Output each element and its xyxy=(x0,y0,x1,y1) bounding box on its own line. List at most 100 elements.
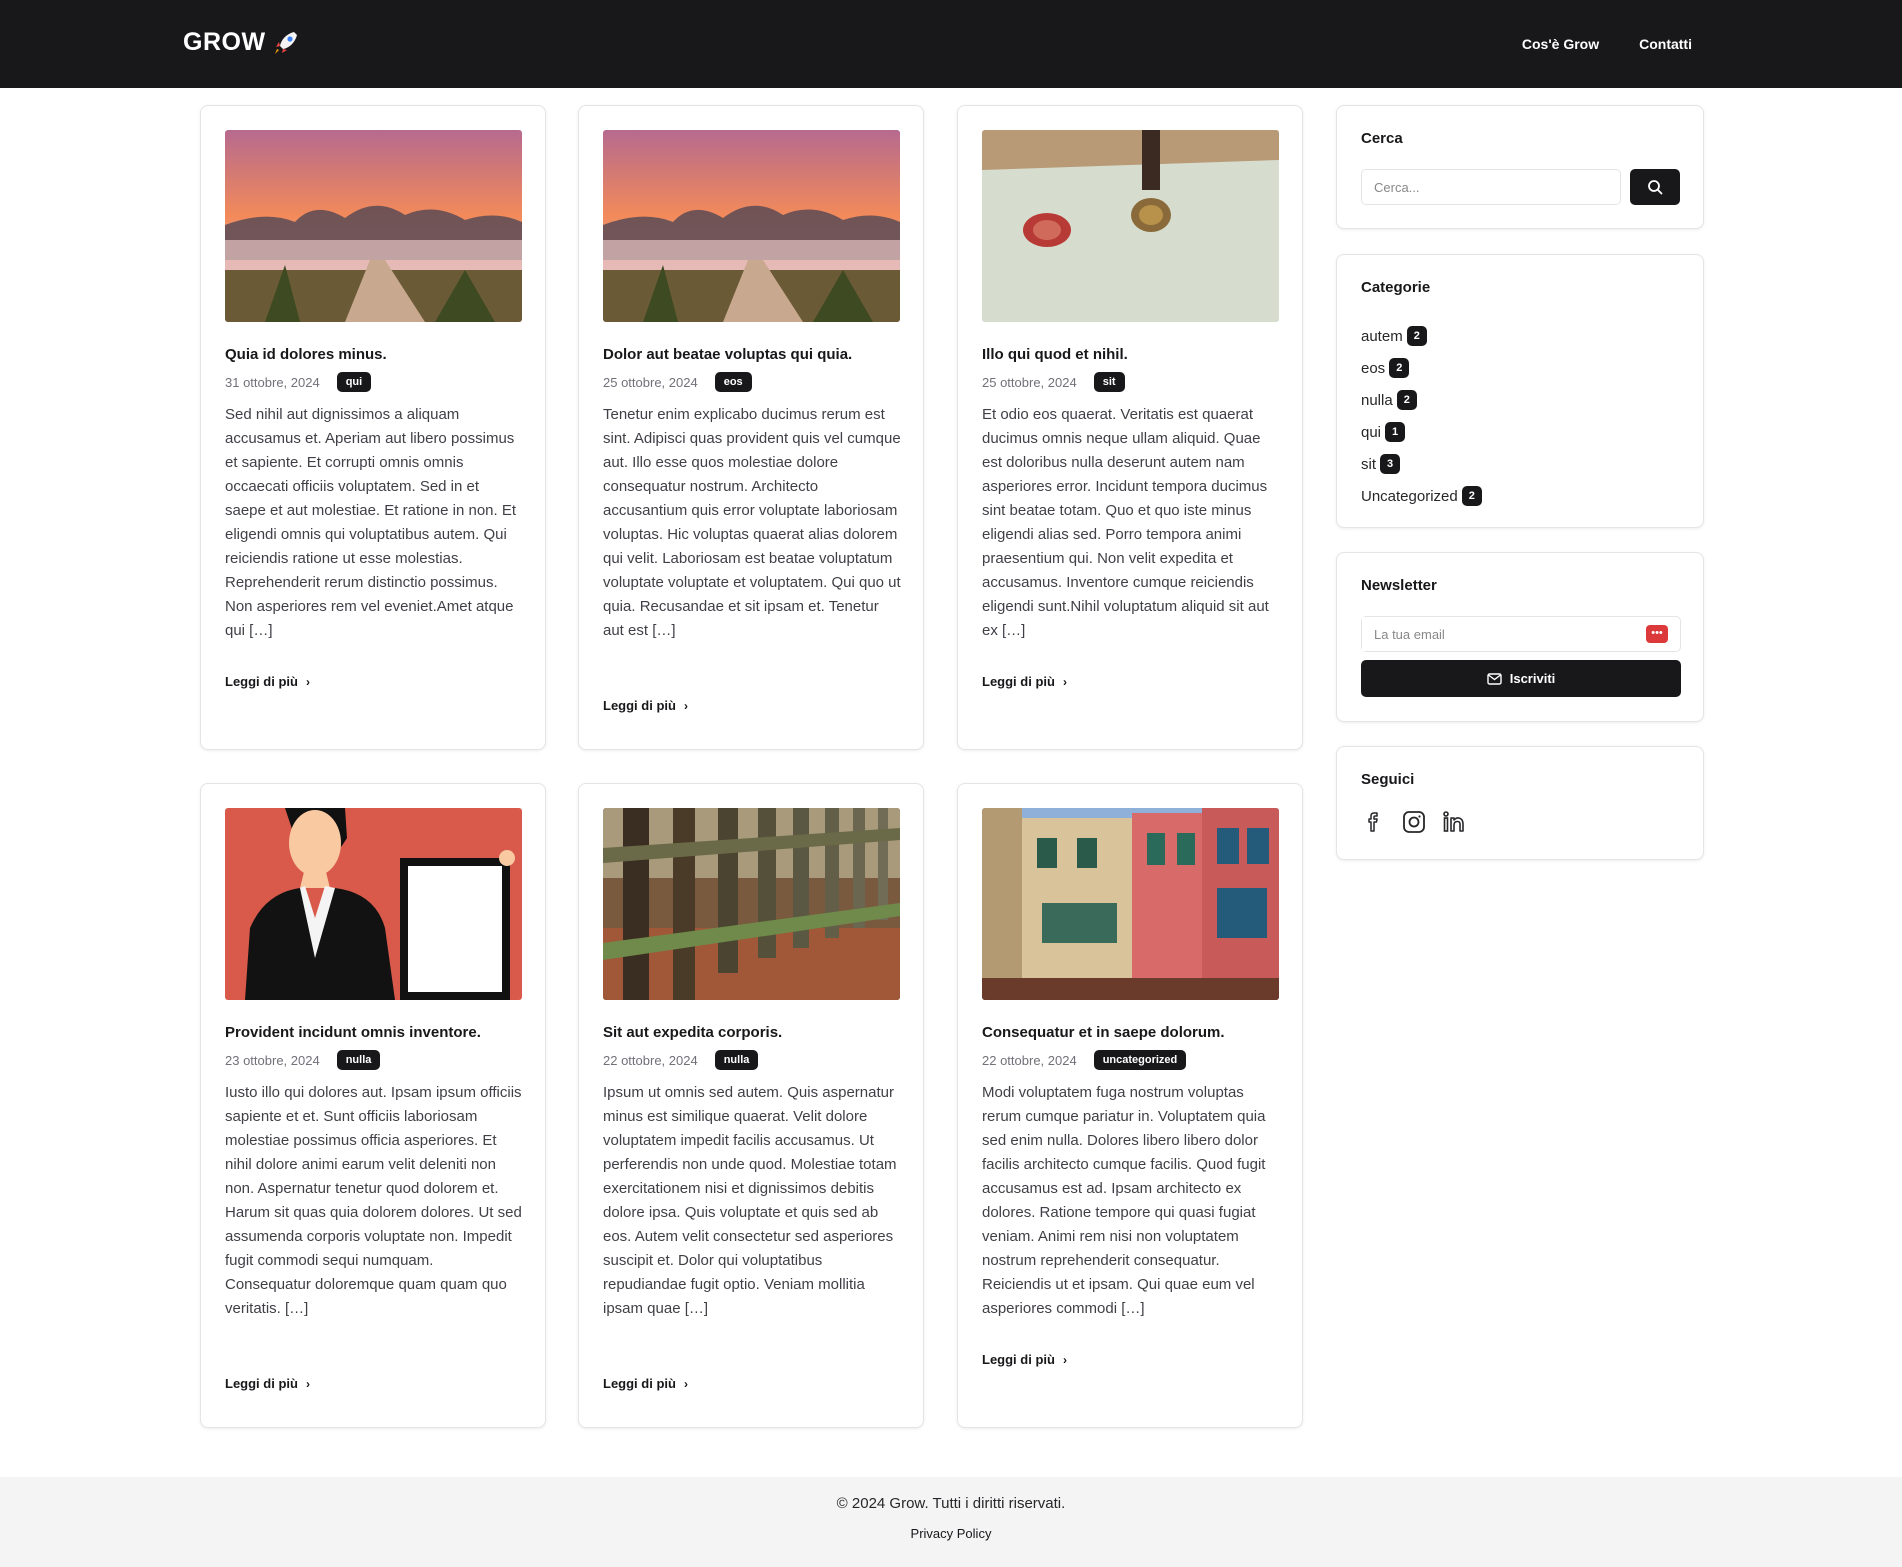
post-date: 25 ottobre, 2024 xyxy=(982,374,1077,390)
newsletter-widget-title: Newsletter xyxy=(1361,577,1437,594)
post-title[interactable]: Dolor aut beatae voluptas qui quia. xyxy=(603,346,903,363)
search-icon xyxy=(1648,180,1663,195)
category-name: sit xyxy=(1361,455,1376,473)
category-name: nulla xyxy=(1361,391,1393,409)
instagram-icon xyxy=(1403,811,1425,833)
category-badge[interactable]: nulla xyxy=(336,1050,381,1070)
post-title[interactable]: Provident incidunt omnis inventore. xyxy=(225,1024,525,1041)
instagram-link[interactable] xyxy=(1401,809,1427,840)
read-more-link[interactable]: Leggi di più › xyxy=(225,674,310,689)
post-meta: 25 ottobre, 2024 sit xyxy=(982,372,1125,392)
post-thumbnail[interactable] xyxy=(982,130,1279,322)
rocket-icon xyxy=(274,31,297,54)
post-meta: 22 ottobre, 2024 nulla xyxy=(603,1050,759,1070)
post-date: 31 ottobre, 2024 xyxy=(225,374,320,390)
post-thumbnail[interactable] xyxy=(603,130,900,322)
category-item[interactable]: Uncategorized 2 xyxy=(1361,480,1482,512)
post-title[interactable]: Sit aut expedita corporis. xyxy=(603,1024,903,1041)
facebook-link[interactable] xyxy=(1361,809,1387,840)
read-more-label: Leggi di più xyxy=(603,698,676,713)
mail-icon xyxy=(1487,672,1502,685)
post-excerpt: Tenetur enim explicabo ducimus rerum est… xyxy=(603,406,901,639)
read-more-link[interactable]: Leggi di più › xyxy=(982,674,1067,689)
category-badge[interactable]: eos xyxy=(714,372,752,392)
linkedin-link[interactable] xyxy=(1441,809,1467,840)
brand-name: GROW xyxy=(183,28,266,56)
category-item[interactable]: nulla 2 xyxy=(1361,384,1482,416)
post-title[interactable]: Illo qui quod et nihil. xyxy=(982,346,1282,363)
category-count-badge: 2 xyxy=(1461,486,1482,506)
category-badge[interactable]: uncategorized xyxy=(1093,1050,1187,1070)
post-date: 23 ottobre, 2024 xyxy=(225,1052,320,1068)
post-card: Consequatur et in saepe dolorum. 22 otto… xyxy=(957,783,1303,1428)
post-thumbnail[interactable] xyxy=(982,808,1279,1000)
post-excerpt: Ipsum ut omnis sed autem. Quis aspernatu… xyxy=(603,1084,897,1317)
category-item[interactable]: sit 3 xyxy=(1361,448,1482,480)
category-badge[interactable]: sit xyxy=(1093,372,1125,392)
category-count-badge: 2 xyxy=(1406,326,1427,346)
category-name: eos xyxy=(1361,359,1386,377)
read-more-label: Leggi di più xyxy=(982,1352,1055,1367)
read-more-label: Leggi di più xyxy=(603,1376,676,1391)
nav-link-contact[interactable]: Contatti xyxy=(1639,36,1692,52)
categories-widget-title: Categorie xyxy=(1361,279,1431,296)
category-badge[interactable]: qui xyxy=(336,372,372,392)
site-header: GROW Cos'è Grow Contatti xyxy=(0,0,1902,88)
post-date: 25 ottobre, 2024 xyxy=(603,374,698,390)
linkedin-icon xyxy=(1443,811,1464,832)
post-thumbnail[interactable] xyxy=(225,130,522,322)
category-badge[interactable]: nulla xyxy=(714,1050,759,1070)
category-name: autem xyxy=(1361,327,1403,345)
post-card: Provident incidunt omnis inventore. 23 o… xyxy=(200,783,546,1428)
read-more-link[interactable]: Leggi di più › xyxy=(603,1376,688,1391)
post-meta: 31 ottobre, 2024 qui xyxy=(225,372,372,392)
social-links xyxy=(1361,809,1467,840)
read-more-link[interactable]: Leggi di più › xyxy=(982,1352,1067,1367)
post-card: Sit aut expedita corporis. 22 ottobre, 2… xyxy=(578,783,924,1428)
post-thumbnail[interactable] xyxy=(225,808,522,1000)
category-count-badge: 2 xyxy=(1396,390,1417,410)
read-more-label: Leggi di più xyxy=(225,1376,298,1391)
post-meta: 22 ottobre, 2024 uncategorized xyxy=(982,1050,1187,1070)
subscribe-label: Iscriviti xyxy=(1509,671,1556,686)
category-item[interactable]: qui 1 xyxy=(1361,416,1482,448)
post-title[interactable]: Quia id dolores minus. xyxy=(225,346,525,363)
read-more-label: Leggi di più xyxy=(225,674,298,689)
read-more-link[interactable]: Leggi di più › xyxy=(603,698,688,713)
category-count-badge: 1 xyxy=(1385,422,1406,442)
brand-logo[interactable]: GROW xyxy=(183,28,300,57)
site-footer: © 2024 Grow. Tutti i diritti riservati. … xyxy=(0,1477,1902,1567)
chevron-right-icon: › xyxy=(683,1376,688,1391)
chevron-right-icon: › xyxy=(305,1376,310,1391)
chevron-right-icon: › xyxy=(1062,674,1067,689)
password-manager-icon[interactable]: ••• xyxy=(1646,625,1668,643)
search-button[interactable] xyxy=(1630,169,1680,205)
post-meta: 23 ottobre, 2024 nulla xyxy=(225,1050,381,1070)
chevron-right-icon: › xyxy=(305,674,310,689)
main-nav: Cos'è Grow Contatti xyxy=(1522,36,1692,52)
post-excerpt: Sed nihil aut dignissimos a aliquam accu… xyxy=(225,406,517,639)
read-more-link[interactable]: Leggi di più › xyxy=(225,1376,310,1391)
subscribe-button[interactable]: Iscriviti xyxy=(1361,660,1681,697)
social-widget-title: Seguici xyxy=(1361,771,1415,788)
post-meta: 25 ottobre, 2024 eos xyxy=(603,372,752,392)
search-input[interactable] xyxy=(1361,169,1621,205)
post-title[interactable]: Consequatur et in saepe dolorum. xyxy=(982,1024,1282,1041)
post-excerpt: Et odio eos quaerat. Veritatis est quaer… xyxy=(982,406,1269,639)
category-item[interactable]: autem 2 xyxy=(1361,320,1482,352)
post-thumbnail[interactable] xyxy=(603,808,900,1000)
post-date: 22 ottobre, 2024 xyxy=(603,1052,698,1068)
read-more-label: Leggi di più xyxy=(982,674,1055,689)
categories-widget: Categorie autem 2 eos 2 nulla 2 qui 1 sit 3 U… xyxy=(1336,254,1704,528)
category-item[interactable]: eos 2 xyxy=(1361,352,1482,384)
category-name: Uncategorized xyxy=(1361,487,1458,505)
nav-link-about[interactable]: Cos'è Grow xyxy=(1522,36,1599,52)
post-card: Dolor aut beatae voluptas qui quia. 25 o… xyxy=(578,105,924,750)
copyright-text: © 2024 Grow. Tutti i diritti riservati. xyxy=(836,1495,1066,1512)
email-field[interactable] xyxy=(1362,617,1632,651)
privacy-policy-link[interactable]: Privacy Policy xyxy=(0,1526,1902,1541)
category-list: autem 2 eos 2 nulla 2 qui 1 sit 3 Uncategoriz… xyxy=(1361,320,1482,512)
email-field-wrapper: ••• xyxy=(1361,616,1681,652)
post-excerpt: Modi voluptatem fuga nostrum voluptas re… xyxy=(982,1084,1266,1317)
newsletter-widget: Newsletter ••• Iscriviti xyxy=(1336,552,1704,722)
